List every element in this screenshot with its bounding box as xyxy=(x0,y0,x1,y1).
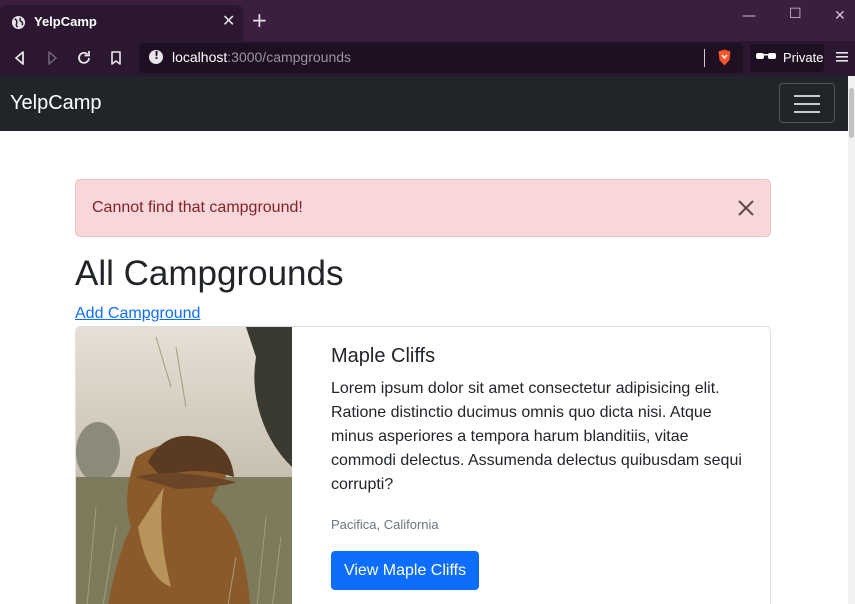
scrollbar-thumb[interactable] xyxy=(849,88,854,138)
browser-tab-bar: YelpCamp ✕ + — ☐ ✕ xyxy=(0,0,855,41)
campground-image xyxy=(76,327,292,604)
maximize-icon[interactable]: ☐ xyxy=(789,6,802,22)
address-bar[interactable]: localhost:3000/campgrounds xyxy=(139,43,743,73)
private-glasses-icon xyxy=(756,53,776,59)
close-icon[interactable] xyxy=(736,198,756,218)
hamburger-bar xyxy=(794,95,820,97)
add-campground-link[interactable]: Add Campground xyxy=(75,305,200,323)
private-window-indicator[interactable]: Private xyxy=(750,44,824,72)
minimize-icon[interactable]: — xyxy=(742,8,756,24)
browser-tab[interactable]: YelpCamp ✕ xyxy=(0,5,243,41)
close-icon[interactable]: ✕ xyxy=(222,11,235,30)
campground-card: Maple Cliffs Lorem ipsum dolor sit amet … xyxy=(75,326,771,604)
page-viewport: YelpCamp Cannot find that campground! Al… xyxy=(0,76,855,604)
site-navbar: YelpCamp xyxy=(0,76,848,131)
plus-icon[interactable]: + xyxy=(251,10,268,30)
page-title: All Campgrounds xyxy=(75,254,344,293)
hamburger-menu-icon[interactable] xyxy=(836,50,848,64)
forward-icon[interactable] xyxy=(43,49,61,67)
browser-toolbar: localhost:3000/campgrounds Private xyxy=(0,41,855,76)
private-label: Private xyxy=(783,50,824,65)
url-text[interactable]: localhost:3000/campgrounds xyxy=(172,49,351,65)
navbar-brand[interactable]: YelpCamp xyxy=(10,92,102,115)
hamburger-bar xyxy=(794,111,820,113)
window-close-icon[interactable]: ✕ xyxy=(834,8,846,24)
back-icon[interactable] xyxy=(11,49,29,67)
hamburger-bar xyxy=(794,103,820,105)
navbar-toggler-button[interactable] xyxy=(779,83,835,123)
view-campground-button[interactable]: View Maple Cliffs xyxy=(331,551,479,590)
url-divider xyxy=(704,49,705,67)
reload-icon[interactable] xyxy=(75,49,93,67)
info-icon[interactable] xyxy=(149,49,163,64)
brave-shield-icon[interactable] xyxy=(717,49,732,66)
globe-icon xyxy=(11,15,26,30)
campground-location: Pacifica, California xyxy=(331,517,439,532)
bookmark-icon[interactable] xyxy=(107,49,125,67)
error-alert: Cannot find that campground! xyxy=(75,179,771,237)
campground-description: Lorem ipsum dolor sit amet consectetur a… xyxy=(331,380,742,493)
tab-title: YelpCamp xyxy=(34,14,97,29)
page-scrollbar[interactable] xyxy=(848,76,855,604)
campground-title: Maple Cliffs xyxy=(331,345,436,367)
alert-message: Cannot find that campground! xyxy=(92,199,303,216)
